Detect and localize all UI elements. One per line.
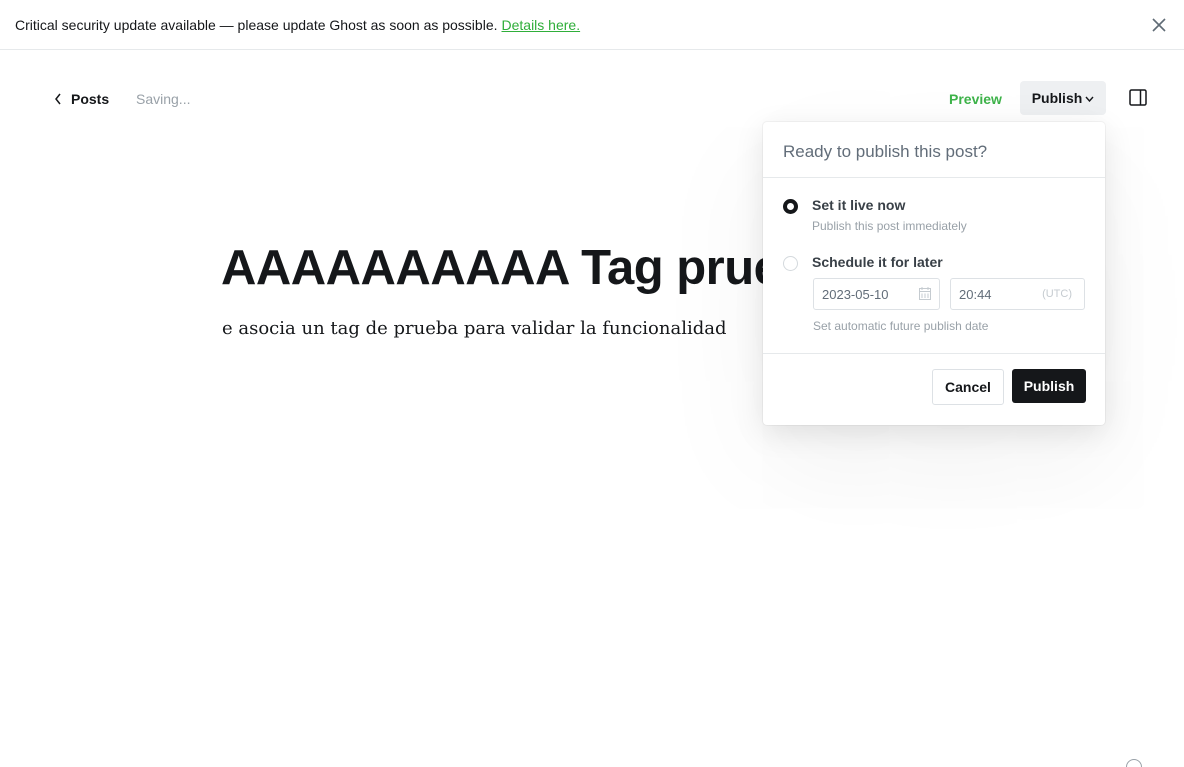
publish-now-description: Publish this post immediately — [812, 219, 967, 233]
schedule-date-value: 2023-05-10 — [822, 286, 889, 302]
schedule-time-value: 20:44 — [959, 286, 992, 302]
post-title[interactable]: AAAAAAAAAA Tag prueba — [221, 238, 837, 298]
schedule-date-input[interactable]: 2023-05-10 — [813, 278, 940, 310]
calendar-icon — [919, 287, 931, 300]
publish-dropdown: Ready to publish this post? Set it live … — [763, 122, 1105, 425]
timezone-label: (UTC) — [1042, 288, 1072, 300]
publish-menu-toggle[interactable]: Publish — [1020, 81, 1106, 115]
chevron-down-icon — [1085, 96, 1094, 102]
confirm-publish-button[interactable]: Publish — [1012, 369, 1086, 403]
chevron-left-icon — [55, 93, 61, 105]
publish-now-label: Set it live now — [812, 197, 906, 213]
schedule-time-input[interactable]: 20:44 (UTC) — [950, 278, 1085, 310]
schedule-label: Schedule it for later — [812, 254, 943, 270]
notice-details-link[interactable]: Details here. — [502, 17, 581, 33]
preview-button[interactable]: Preview — [940, 82, 1011, 115]
schedule-option[interactable]: Schedule it for later — [783, 254, 943, 271]
close-icon[interactable] — [1150, 16, 1168, 34]
publish-dropdown-footer: Cancel Publish — [763, 353, 1105, 425]
post-body-text[interactable]: e asocia un tag de prueba para validar l… — [222, 316, 726, 342]
back-to-posts-link[interactable]: Posts — [54, 89, 109, 109]
schedule-radio[interactable] — [783, 256, 798, 271]
help-icon[interactable] — [1126, 759, 1142, 767]
schedule-hint: Set automatic future publish date — [813, 319, 989, 333]
back-label: Posts — [71, 91, 110, 107]
publish-now-radio[interactable] — [783, 199, 798, 214]
cancel-button[interactable]: Cancel — [932, 369, 1004, 405]
sidebar-toggle-icon[interactable] — [1129, 89, 1147, 106]
publish-dropdown-heading: Ready to publish this post? — [763, 122, 1105, 178]
publish-now-option[interactable]: Set it live now Publish this post immedi… — [783, 197, 967, 233]
save-status: Saving... — [136, 91, 191, 107]
notice-message: Critical security update available — ple… — [15, 16, 498, 33]
publish-toggle-label: Publish — [1031, 90, 1083, 106]
security-notice-bar: Critical security update available — ple… — [0, 0, 1184, 50]
